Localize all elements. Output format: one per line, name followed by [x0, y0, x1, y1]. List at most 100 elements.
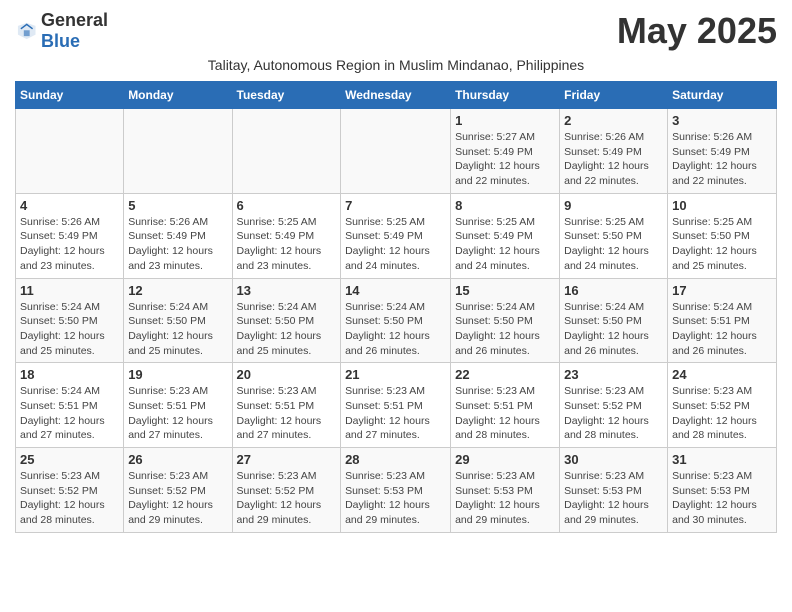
calendar-cell: 22 Sunrise: 5:23 AMSunset: 5:51 PMDayligh… — [451, 363, 560, 448]
day-info: Sunrise: 5:23 AMSunset: 5:51 PMDaylight:… — [455, 384, 555, 443]
weekday-header-wednesday: Wednesday — [341, 82, 451, 109]
calendar-cell: 10 Sunrise: 5:25 AMSunset: 5:50 PMDayligh… — [668, 193, 777, 278]
day-info: Sunrise: 5:27 AMSunset: 5:49 PMDaylight:… — [455, 130, 555, 189]
day-info: Sunrise: 5:26 AMSunset: 5:49 PMDaylight:… — [20, 215, 119, 274]
day-number: 15 — [455, 283, 555, 298]
calendar-cell: 11 Sunrise: 5:24 AMSunset: 5:50 PMDayligh… — [16, 278, 124, 363]
logo: General Blue — [15, 10, 108, 52]
day-info: Sunrise: 5:25 AMSunset: 5:49 PMDaylight:… — [345, 215, 446, 274]
header: General Blue May 2025 — [15, 10, 777, 52]
calendar-table: SundayMondayTuesdayWednesdayThursdayFrid… — [15, 81, 777, 533]
calendar-cell: 29 Sunrise: 5:23 AMSunset: 5:53 PMDayligh… — [451, 448, 560, 533]
day-number: 5 — [128, 198, 227, 213]
calendar-week-5: 25 Sunrise: 5:23 AMSunset: 5:52 PMDayligh… — [16, 448, 777, 533]
calendar-cell: 17 Sunrise: 5:24 AMSunset: 5:51 PMDayligh… — [668, 278, 777, 363]
day-info: Sunrise: 5:23 AMSunset: 5:52 PMDaylight:… — [672, 384, 772, 443]
calendar-cell: 4 Sunrise: 5:26 AMSunset: 5:49 PMDaylight… — [16, 193, 124, 278]
calendar-cell: 20Sunrise: 5:23 AMSunset: 5:51 PMDayligh… — [232, 363, 341, 448]
calendar-week-2: 4 Sunrise: 5:26 AMSunset: 5:49 PMDaylight… — [16, 193, 777, 278]
day-info: Sunrise: 5:26 AMSunset: 5:49 PMDaylight:… — [128, 215, 227, 274]
day-number: 21 — [345, 367, 446, 382]
calendar-week-4: 18Sunrise: 5:24 AMSunset: 5:51 PMDayligh… — [16, 363, 777, 448]
day-number: 27 — [237, 452, 337, 467]
calendar-cell — [341, 109, 451, 194]
day-number: 23 — [564, 367, 663, 382]
day-number: 8 — [455, 198, 555, 213]
calendar-week-3: 11 Sunrise: 5:24 AMSunset: 5:50 PMDayligh… — [16, 278, 777, 363]
day-info: Sunrise: 5:26 AMSunset: 5:49 PMDaylight:… — [672, 130, 772, 189]
weekday-header-tuesday: Tuesday — [232, 82, 341, 109]
calendar-cell — [232, 109, 341, 194]
calendar-cell: 26 Sunrise: 5:23 AMSunset: 5:52 PMDayligh… — [124, 448, 232, 533]
calendar-cell: 16Sunrise: 5:24 AMSunset: 5:50 PMDayligh… — [560, 278, 668, 363]
calendar-cell: 14Sunrise: 5:24 AMSunset: 5:50 PMDayligh… — [341, 278, 451, 363]
day-number: 4 — [20, 198, 119, 213]
day-info: Sunrise: 5:24 AMSunset: 5:51 PMDaylight:… — [672, 300, 772, 359]
calendar-cell: 31 Sunrise: 5:23 AMSunset: 5:53 PMDayligh… — [668, 448, 777, 533]
day-info: Sunrise: 5:24 AMSunset: 5:50 PMDaylight:… — [128, 300, 227, 359]
day-number: 19 — [128, 367, 227, 382]
day-number: 16 — [564, 283, 663, 298]
day-number: 7 — [345, 198, 446, 213]
day-number: 11 — [20, 283, 119, 298]
logo-blue: Blue — [41, 31, 80, 51]
logo-text: General Blue — [41, 10, 108, 52]
day-info: Sunrise: 5:23 AMSunset: 5:52 PMDaylight:… — [237, 469, 337, 528]
calendar-cell: 24 Sunrise: 5:23 AMSunset: 5:52 PMDayligh… — [668, 363, 777, 448]
calendar-cell: 23Sunrise: 5:23 AMSunset: 5:52 PMDayligh… — [560, 363, 668, 448]
calendar-cell: 13 Sunrise: 5:24 AMSunset: 5:50 PMDayligh… — [232, 278, 341, 363]
calendar-cell: 18Sunrise: 5:24 AMSunset: 5:51 PMDayligh… — [16, 363, 124, 448]
day-info: Sunrise: 5:26 AMSunset: 5:49 PMDaylight:… — [564, 130, 663, 189]
day-number: 24 — [672, 367, 772, 382]
calendar-cell: 21 Sunrise: 5:23 AMSunset: 5:51 PMDayligh… — [341, 363, 451, 448]
calendar-cell: 28Sunrise: 5:23 AMSunset: 5:53 PMDayligh… — [341, 448, 451, 533]
day-number: 3 — [672, 113, 772, 128]
day-info: Sunrise: 5:25 AMSunset: 5:49 PMDaylight:… — [237, 215, 337, 274]
day-info: Sunrise: 5:24 AMSunset: 5:50 PMDaylight:… — [20, 300, 119, 359]
day-info: Sunrise: 5:25 AMSunset: 5:50 PMDaylight:… — [672, 215, 772, 274]
calendar-cell: 30Sunrise: 5:23 AMSunset: 5:53 PMDayligh… — [560, 448, 668, 533]
day-number: 29 — [455, 452, 555, 467]
day-info: Sunrise: 5:23 AMSunset: 5:51 PMDaylight:… — [345, 384, 446, 443]
calendar-cell: 27 Sunrise: 5:23 AMSunset: 5:52 PMDayligh… — [232, 448, 341, 533]
weekday-header-saturday: Saturday — [668, 82, 777, 109]
day-number: 17 — [672, 283, 772, 298]
logo-icon — [15, 20, 37, 42]
day-number: 28 — [345, 452, 446, 467]
day-info: Sunrise: 5:25 AMSunset: 5:49 PMDaylight:… — [455, 215, 555, 274]
day-number: 9 — [564, 198, 663, 213]
day-number: 13 — [237, 283, 337, 298]
day-number: 25 — [20, 452, 119, 467]
calendar-cell: 7 Sunrise: 5:25 AMSunset: 5:49 PMDaylight… — [341, 193, 451, 278]
calendar-cell — [16, 109, 124, 194]
calendar-cell: 25 Sunrise: 5:23 AMSunset: 5:52 PMDayligh… — [16, 448, 124, 533]
day-number: 10 — [672, 198, 772, 213]
day-number: 12 — [128, 283, 227, 298]
day-info: Sunrise: 5:23 AMSunset: 5:52 PMDaylight:… — [128, 469, 227, 528]
day-info: Sunrise: 5:23 AMSunset: 5:53 PMDaylight:… — [455, 469, 555, 528]
weekday-header-sunday: Sunday — [16, 82, 124, 109]
calendar-header: SundayMondayTuesdayWednesdayThursdayFrid… — [16, 82, 777, 109]
day-number: 2 — [564, 113, 663, 128]
day-number: 18 — [20, 367, 119, 382]
day-info: Sunrise: 5:23 AMSunset: 5:53 PMDaylight:… — [564, 469, 663, 528]
day-info: Sunrise: 5:24 AMSunset: 5:50 PMDaylight:… — [237, 300, 337, 359]
calendar-cell — [124, 109, 232, 194]
day-info: Sunrise: 5:23 AMSunset: 5:51 PMDaylight:… — [237, 384, 337, 443]
calendar-cell: 2 Sunrise: 5:26 AMSunset: 5:49 PMDaylight… — [560, 109, 668, 194]
day-info: Sunrise: 5:23 AMSunset: 5:52 PMDaylight:… — [20, 469, 119, 528]
day-number: 6 — [237, 198, 337, 213]
calendar-body: 1 Sunrise: 5:27 AMSunset: 5:49 PMDaylight… — [16, 109, 777, 533]
day-number: 26 — [128, 452, 227, 467]
day-info: Sunrise: 5:24 AMSunset: 5:50 PMDaylight:… — [455, 300, 555, 359]
day-info: Sunrise: 5:25 AMSunset: 5:50 PMDaylight:… — [564, 215, 663, 274]
day-number: 31 — [672, 452, 772, 467]
calendar-cell: 12 Sunrise: 5:24 AMSunset: 5:50 PMDayligh… — [124, 278, 232, 363]
calendar-cell: 15 Sunrise: 5:24 AMSunset: 5:50 PMDayligh… — [451, 278, 560, 363]
day-info: Sunrise: 5:23 AMSunset: 5:53 PMDaylight:… — [672, 469, 772, 528]
calendar-cell: 19Sunrise: 5:23 AMSunset: 5:51 PMDayligh… — [124, 363, 232, 448]
day-number: 1 — [455, 113, 555, 128]
day-number: 22 — [455, 367, 555, 382]
subtitle: Talitay, Autonomous Region in Muslim Min… — [15, 57, 777, 73]
calendar-cell: 8 Sunrise: 5:25 AMSunset: 5:49 PMDaylight… — [451, 193, 560, 278]
